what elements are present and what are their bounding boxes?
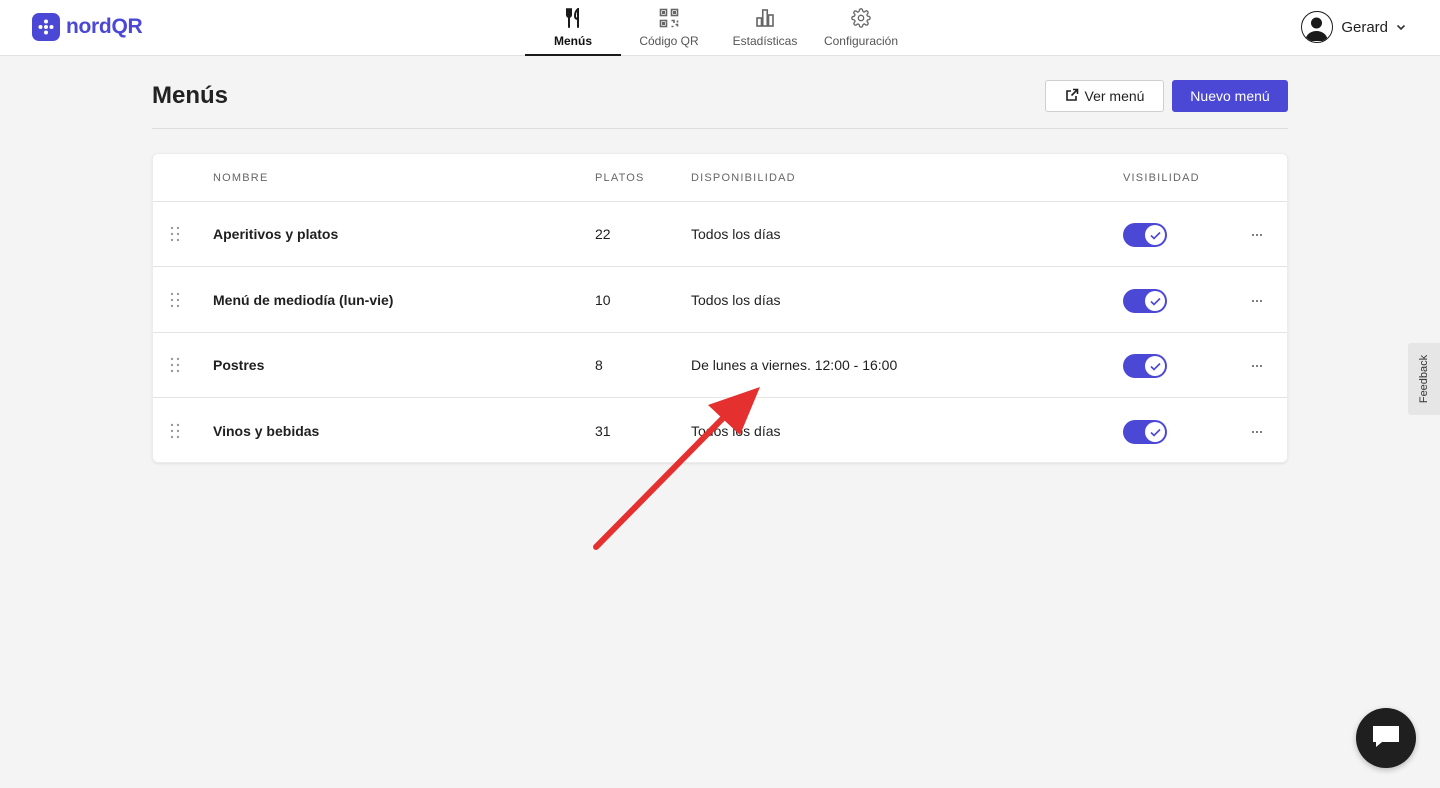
table-header: NOMBRE PLATOS DISPONIBILIDAD VISIBILIDAD bbox=[153, 154, 1287, 202]
menu-name[interactable]: Vinos y bebidas bbox=[213, 423, 319, 439]
table-row[interactable]: Menú de mediodía (lun-vie) 10 Todos los … bbox=[153, 268, 1287, 333]
more-options-icon[interactable] bbox=[1247, 422, 1267, 442]
table-row[interactable]: Vinos y bebidas 31 Todos los días bbox=[153, 399, 1287, 464]
menu-name[interactable]: Aperitivos y platos bbox=[213, 226, 338, 242]
main-nav: Menús Código QR Estadísticas Configuraci… bbox=[525, 0, 909, 56]
bar-chart-icon bbox=[754, 7, 776, 29]
drag-handle-icon[interactable] bbox=[169, 423, 181, 439]
table-row[interactable]: Aperitivos y platos 22 Todos los días bbox=[153, 202, 1287, 267]
menu-dish-count: 31 bbox=[595, 423, 611, 439]
nav-label: Estadísticas bbox=[732, 34, 798, 48]
menu-name[interactable]: Postres bbox=[213, 357, 264, 373]
view-menu-label: Ver menú bbox=[1084, 88, 1145, 104]
nav-item-statistics[interactable]: Estadísticas bbox=[717, 0, 813, 56]
nav-label: Código QR bbox=[639, 34, 699, 48]
header-divider bbox=[152, 128, 1288, 129]
chat-launcher-button[interactable] bbox=[1356, 708, 1416, 768]
column-header-availability: DISPONIBILIDAD bbox=[691, 172, 796, 184]
table-row[interactable]: Postres 8 De lunes a viernes. 12:00 - 16… bbox=[153, 333, 1287, 398]
feedback-tab[interactable]: Feedback bbox=[1408, 343, 1440, 415]
chat-bubble-icon bbox=[1371, 723, 1401, 754]
nav-label: Menús bbox=[553, 34, 592, 48]
qr-code-icon bbox=[658, 7, 680, 29]
visibility-toggle[interactable] bbox=[1123, 223, 1167, 247]
nav-label: Configuración bbox=[823, 34, 899, 48]
menu-name[interactable]: Menú de mediodía (lun-vie) bbox=[213, 292, 393, 308]
utensils-icon bbox=[562, 7, 584, 29]
visibility-toggle[interactable] bbox=[1123, 420, 1167, 444]
nav-item-configuration[interactable]: Configuración bbox=[813, 0, 909, 56]
drag-handle-icon[interactable] bbox=[169, 226, 181, 242]
check-icon bbox=[1145, 291, 1165, 311]
user-name: Gerard bbox=[1341, 18, 1388, 36]
menu-availability: Todos los días bbox=[691, 226, 781, 242]
brand-name: nordQR bbox=[66, 15, 143, 38]
column-header-name: NOMBRE bbox=[213, 172, 269, 184]
view-menu-button[interactable]: Ver menú bbox=[1045, 80, 1164, 112]
top-navigation-bar: nordQR Menús Código QR Estadísticas Conf… bbox=[0, 0, 1440, 56]
menus-table: NOMBRE PLATOS DISPONIBILIDAD VISIBILIDAD… bbox=[152, 153, 1288, 463]
external-link-icon bbox=[1065, 88, 1079, 105]
avatar bbox=[1301, 11, 1334, 43]
menu-availability: Todos los días bbox=[691, 423, 781, 439]
more-options-icon[interactable] bbox=[1247, 356, 1267, 376]
more-options-icon[interactable] bbox=[1247, 225, 1267, 245]
check-icon bbox=[1145, 356, 1165, 376]
visibility-toggle[interactable] bbox=[1123, 354, 1167, 378]
menu-dish-count: 10 bbox=[595, 292, 611, 308]
check-icon bbox=[1145, 225, 1165, 245]
menu-availability: Todos los días bbox=[691, 292, 781, 308]
chevron-down-icon bbox=[1396, 18, 1406, 36]
check-icon bbox=[1145, 422, 1165, 442]
more-options-icon[interactable] bbox=[1247, 291, 1267, 311]
gear-icon bbox=[850, 7, 872, 29]
logo[interactable]: nordQR bbox=[32, 13, 143, 41]
drag-handle-icon[interactable] bbox=[169, 357, 181, 373]
menu-dish-count: 22 bbox=[595, 226, 611, 242]
logo-mark-icon bbox=[32, 13, 60, 41]
menu-availability: De lunes a viernes. 12:00 - 16:00 bbox=[691, 357, 898, 373]
column-header-visibility: VISIBILIDAD bbox=[1123, 172, 1200, 184]
nav-item-qr-code[interactable]: Código QR bbox=[621, 0, 717, 56]
new-menu-button[interactable]: Nuevo menú bbox=[1172, 80, 1288, 112]
nav-item-menus[interactable]: Menús bbox=[525, 0, 621, 56]
user-menu[interactable]: Gerard bbox=[1301, 11, 1406, 43]
page-title: Menús bbox=[152, 82, 229, 109]
visibility-toggle[interactable] bbox=[1123, 289, 1167, 313]
drag-handle-icon[interactable] bbox=[169, 292, 181, 308]
menu-dish-count: 8 bbox=[595, 357, 603, 373]
column-header-dishes: PLATOS bbox=[595, 172, 645, 184]
feedback-label: Feedback bbox=[1418, 354, 1430, 404]
